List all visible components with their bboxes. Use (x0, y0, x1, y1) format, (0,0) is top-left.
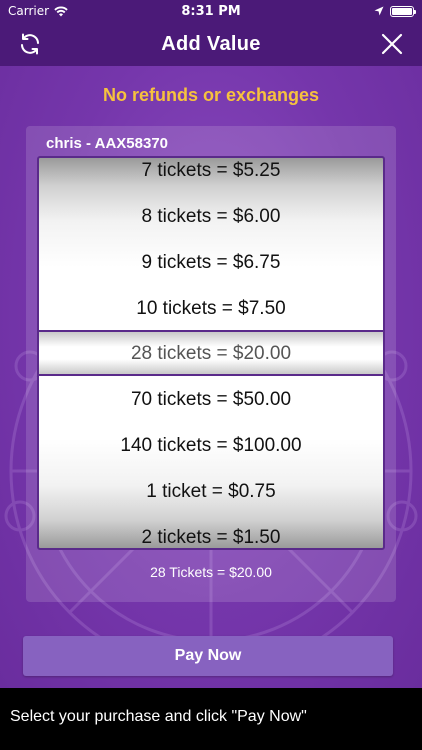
status-left: Carrier (8, 4, 68, 18)
status-bar: Carrier 8:31 PM (0, 0, 422, 22)
wifi-icon (54, 5, 68, 16)
nav-bar: Add Value (0, 22, 422, 66)
refresh-icon (21, 33, 39, 55)
picker-option[interactable]: 70 tickets = $50.00 (39, 389, 383, 411)
picker-option-selected[interactable]: 28 tickets = $20.00 (39, 343, 383, 365)
main-content: No refunds or exchanges chris - AAX58370… (0, 66, 422, 688)
account-label: chris - AAX58370 (46, 135, 169, 152)
picker-option[interactable]: 9 tickets = $6.75 (39, 252, 383, 274)
selection-summary: 28 Tickets = $20.00 (150, 564, 272, 580)
battery-icon (390, 5, 416, 17)
no-refunds-notice: No refunds or exchanges (102, 85, 320, 105)
carrier-label: Carrier (8, 4, 50, 18)
page-title: Add Value (161, 32, 261, 55)
ticket-picker[interactable]: 7 tickets = $5.25 8 tickets = $6.00 9 ti… (37, 156, 385, 550)
close-icon (381, 33, 403, 55)
picker-option[interactable]: 10 tickets = $7.50 (39, 298, 383, 320)
picker-option[interactable]: 1 ticket = $0.75 (39, 481, 383, 503)
status-right (374, 5, 416, 17)
refresh-button[interactable] (14, 28, 46, 60)
picker-option[interactable]: 2 tickets = $1.50 (39, 527, 383, 548)
picker-option[interactable]: 8 tickets = $6.00 (39, 206, 383, 228)
close-button[interactable] (376, 28, 408, 60)
pay-now-button[interactable]: Pay Now (23, 636, 393, 676)
picker-option[interactable]: 7 tickets = $5.25 (39, 160, 383, 182)
picker-option[interactable]: 140 tickets = $100.00 (39, 435, 383, 457)
purchase-card: chris - AAX58370 7 tickets = $5.25 8 tic… (26, 126, 396, 602)
location-icon (374, 6, 384, 16)
instruction-footer: Select your purchase and click "Pay Now" (0, 688, 422, 750)
